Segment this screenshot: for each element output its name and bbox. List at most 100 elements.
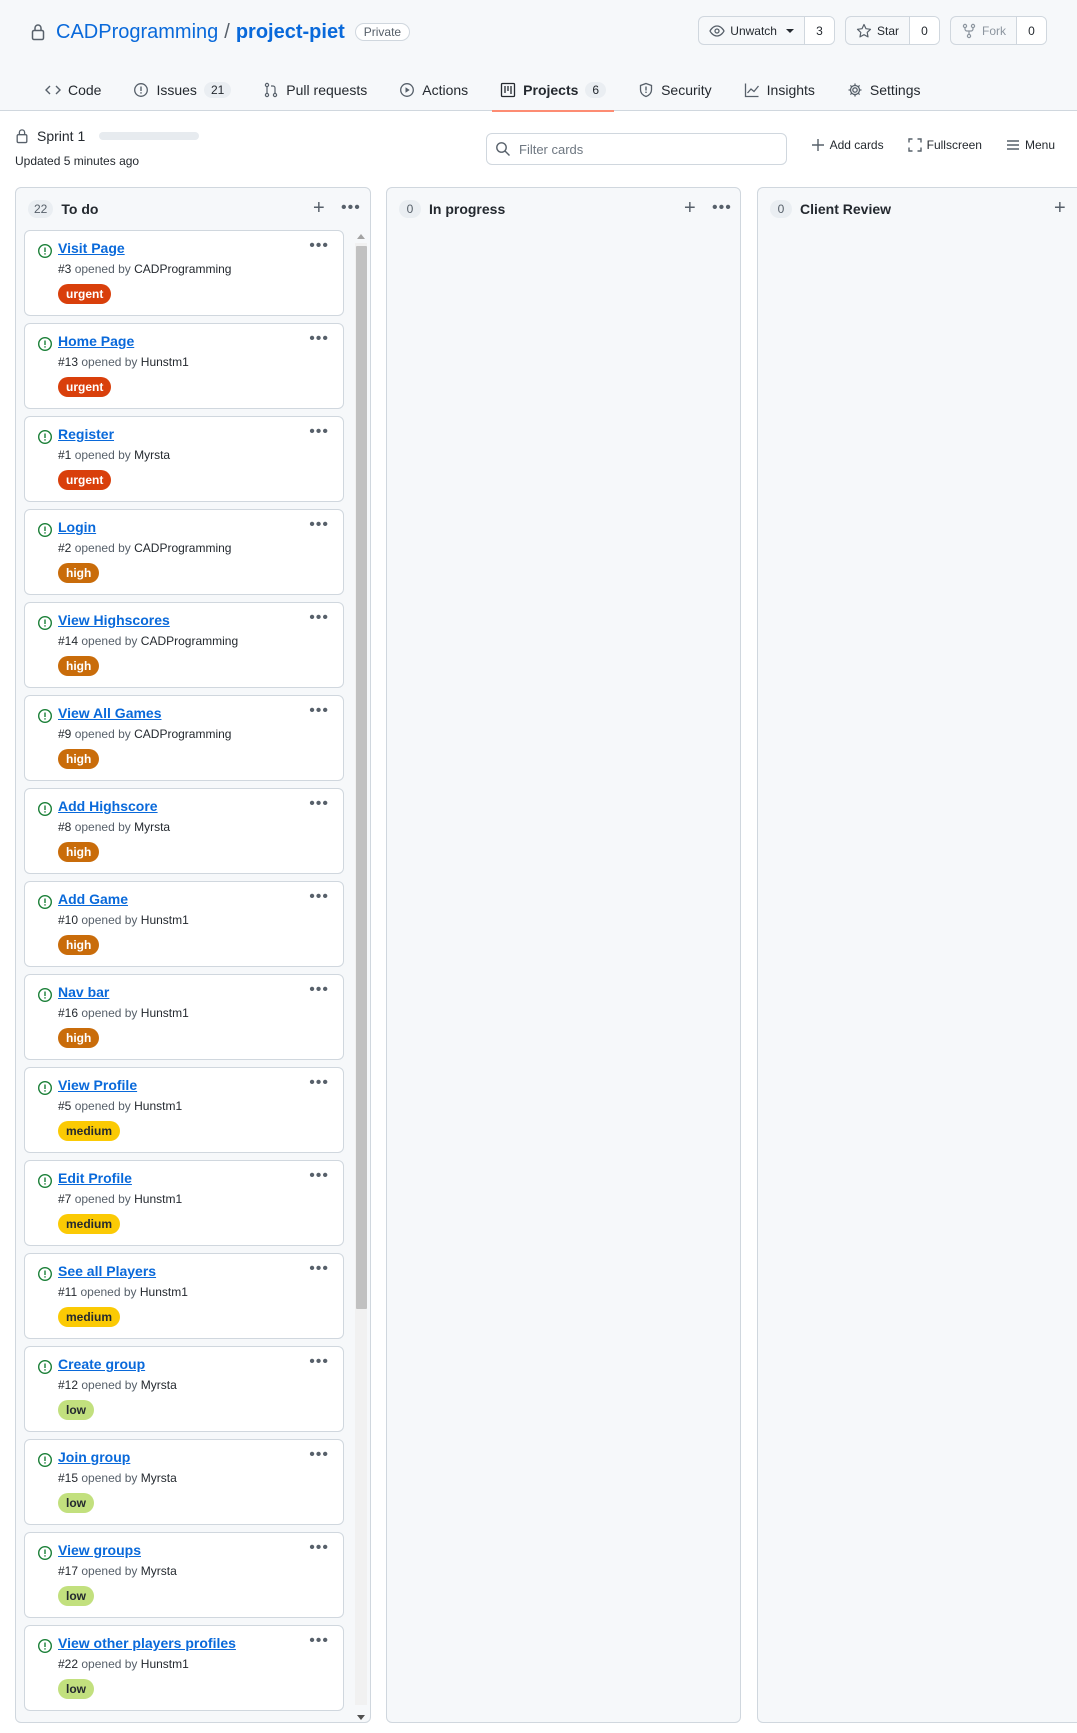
- issue-author-link[interactable]: Myrsta: [141, 1564, 177, 1578]
- priority-label[interactable]: urgent: [58, 470, 112, 490]
- tab-pull-requests[interactable]: Pull requests: [247, 68, 383, 111]
- star-count[interactable]: 0: [909, 17, 939, 44]
- issue-author-link[interactable]: Hunstm1: [134, 1192, 182, 1206]
- issue-card[interactable]: Nav bar #16 opened by Hunstm1 high •••: [24, 974, 344, 1060]
- issue-author-link[interactable]: Hunstm1: [141, 1006, 189, 1020]
- issue-title-link[interactable]: Create group: [58, 1356, 145, 1372]
- issue-author-link[interactable]: CADProgramming: [134, 262, 231, 276]
- card-menu-icon[interactable]: •••: [309, 1074, 329, 1092]
- issue-card[interactable]: Register #1 opened by Myrsta urgent •••: [24, 416, 344, 502]
- card-menu-icon[interactable]: •••: [309, 1167, 329, 1185]
- card-menu-icon[interactable]: •••: [309, 1446, 329, 1464]
- issue-author-link[interactable]: Myrsta: [141, 1378, 177, 1392]
- priority-label[interactable]: urgent: [58, 377, 112, 397]
- issue-title-link[interactable]: Add Game: [58, 891, 128, 907]
- tab-insights[interactable]: Insights: [728, 68, 831, 111]
- issue-author-link[interactable]: Myrsta: [141, 1471, 177, 1485]
- priority-label[interactable]: medium: [58, 1214, 121, 1234]
- priority-label[interactable]: low: [58, 1586, 94, 1606]
- issue-author-link[interactable]: Hunstm1: [134, 1099, 182, 1113]
- priority-label[interactable]: low: [58, 1493, 94, 1513]
- card-menu-icon[interactable]: •••: [309, 1539, 329, 1557]
- card-menu-icon[interactable]: •••: [309, 795, 329, 813]
- scrollbar-thumb[interactable]: [356, 246, 367, 1309]
- project-title[interactable]: Sprint 1: [37, 128, 85, 144]
- issue-author-link[interactable]: Hunstm1: [140, 1285, 188, 1299]
- add-card-icon[interactable]: +: [313, 198, 325, 218]
- issue-card[interactable]: View Highscores #14 opened by CADProgramm…: [24, 602, 344, 688]
- priority-label[interactable]: high: [58, 656, 100, 676]
- star-button[interactable]: Star: [846, 17, 909, 44]
- issue-author-link[interactable]: CADProgramming: [134, 727, 231, 741]
- issue-title-link[interactable]: View other players profiles: [58, 1635, 236, 1651]
- watch-count[interactable]: 3: [803, 17, 834, 44]
- tab-projects[interactable]: Projects 6: [484, 68, 622, 112]
- priority-label[interactable]: urgent: [58, 284, 112, 304]
- card-menu-icon[interactable]: •••: [309, 330, 329, 348]
- issue-card[interactable]: Join group #15 opened by Myrsta low •••: [24, 1439, 344, 1525]
- tab-settings[interactable]: Settings: [831, 68, 937, 111]
- card-menu-icon[interactable]: •••: [309, 423, 329, 441]
- issue-card[interactable]: Add Game #10 opened by Hunstm1 high •••: [24, 881, 344, 967]
- issue-card[interactable]: Login #2 opened by CADProgramming high •••: [24, 509, 344, 595]
- menu-button[interactable]: Menu: [1006, 138, 1055, 152]
- card-menu-icon[interactable]: •••: [309, 237, 329, 255]
- priority-label[interactable]: medium: [58, 1307, 121, 1327]
- card-menu-icon[interactable]: •••: [309, 981, 329, 999]
- issue-title-link[interactable]: View groups: [58, 1542, 141, 1558]
- issue-title-link[interactable]: See all Players: [58, 1263, 156, 1279]
- issue-author-link[interactable]: Hunstm1: [141, 355, 189, 369]
- fullscreen-button[interactable]: Fullscreen: [907, 138, 982, 152]
- card-menu-icon[interactable]: •••: [309, 702, 329, 720]
- priority-label[interactable]: high: [58, 563, 100, 583]
- card-menu-icon[interactable]: •••: [309, 1353, 329, 1371]
- column-scrollbar[interactable]: [354, 230, 368, 1723]
- issue-card[interactable]: View All Games #9 opened by CADProgrammin…: [24, 695, 344, 781]
- issue-title-link[interactable]: Edit Profile: [58, 1170, 132, 1186]
- scroll-down-arrow-icon[interactable]: [357, 1715, 365, 1720]
- issue-title-link[interactable]: View Highscores: [58, 612, 170, 628]
- issue-title-link[interactable]: Register: [58, 426, 114, 442]
- tab-security[interactable]: Security: [622, 68, 728, 111]
- priority-label[interactable]: high: [58, 935, 100, 955]
- issue-card[interactable]: Edit Profile #7 opened by Hunstm1 medium ••…: [24, 1160, 344, 1246]
- issue-card[interactable]: Add Highscore #8 opened by Myrsta high •••: [24, 788, 344, 874]
- issue-author-link[interactable]: CADProgramming: [134, 541, 231, 555]
- repo-name-link[interactable]: project-piet: [236, 21, 345, 44]
- priority-label[interactable]: high: [58, 749, 100, 769]
- issue-title-link[interactable]: Login: [58, 519, 96, 535]
- issue-card[interactable]: View Profile #5 opened by Hunstm1 medium ••…: [24, 1067, 344, 1153]
- issue-title-link[interactable]: Add Highscore: [58, 798, 158, 814]
- issue-author-link[interactable]: Hunstm1: [141, 1657, 189, 1671]
- issue-card[interactable]: Visit Page #3 opened by CADProgramming urg…: [24, 230, 344, 316]
- fork-button[interactable]: Fork: [951, 17, 1016, 44]
- issue-title-link[interactable]: Nav bar: [58, 984, 109, 1000]
- issue-author-link[interactable]: Hunstm1: [141, 913, 189, 927]
- issue-card[interactable]: Home Page #13 opened by Hunstm1 urgent •••: [24, 323, 344, 409]
- issue-card[interactable]: Create group #12 opened by Myrsta low •••: [24, 1346, 344, 1432]
- add-card-icon[interactable]: +: [1054, 198, 1066, 218]
- issue-author-link[interactable]: Myrsta: [134, 820, 170, 834]
- issue-card[interactable]: View groups #17 opened by Myrsta low •••: [24, 1532, 344, 1618]
- issue-author-link[interactable]: Myrsta: [134, 448, 170, 462]
- priority-label[interactable]: medium: [58, 1121, 121, 1141]
- tab-code[interactable]: Code: [45, 68, 117, 111]
- issue-title-link[interactable]: View Profile: [58, 1077, 137, 1093]
- priority-label[interactable]: high: [58, 1028, 100, 1048]
- watch-button[interactable]: Unwatch: [699, 17, 804, 44]
- issue-title-link[interactable]: Home Page: [58, 333, 134, 349]
- filter-cards-input[interactable]: [519, 141, 769, 157]
- card-menu-icon[interactable]: •••: [309, 516, 329, 534]
- issue-author-link[interactable]: CADProgramming: [141, 634, 238, 648]
- add-card-icon[interactable]: +: [684, 198, 696, 218]
- column-menu-icon[interactable]: •••: [341, 198, 361, 218]
- repo-owner-link[interactable]: CADProgramming: [56, 21, 218, 44]
- scroll-up-arrow-icon[interactable]: [357, 234, 365, 239]
- add-cards-button[interactable]: Add cards: [811, 138, 884, 152]
- priority-label[interactable]: low: [58, 1679, 94, 1699]
- issue-card[interactable]: View other players profiles #22 opened by…: [24, 1625, 344, 1711]
- tab-actions[interactable]: Actions: [383, 68, 484, 111]
- issue-title-link[interactable]: Join group: [58, 1449, 130, 1465]
- card-menu-icon[interactable]: •••: [309, 1632, 329, 1650]
- column-menu-icon[interactable]: •••: [712, 198, 732, 218]
